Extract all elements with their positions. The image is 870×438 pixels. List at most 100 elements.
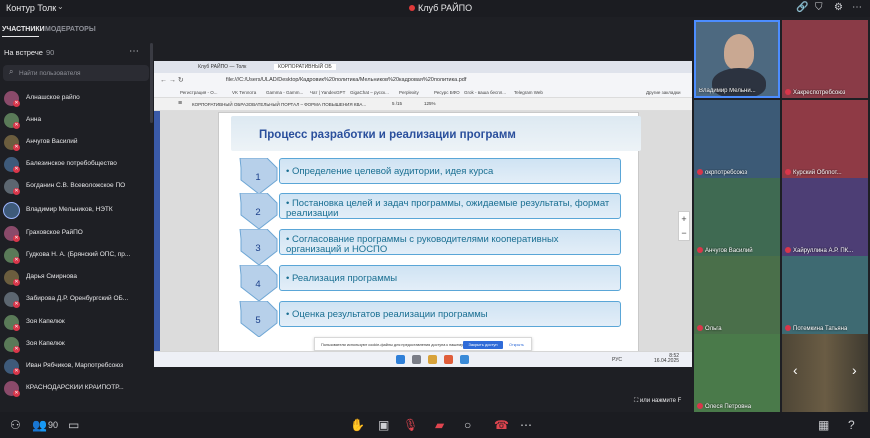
- list-item[interactable]: ✕ Иван Рябчиков, Марпотребсоюз: [0, 357, 150, 377]
- grid-view-icon[interactable]: ▦: [818, 418, 829, 432]
- pdf-page-indicator[interactable]: 5 /15: [392, 101, 402, 106]
- pdf-page: Процесс разработки и реализации программ…: [218, 112, 641, 355]
- bookmark[interactable]: Telegram Web: [514, 90, 543, 95]
- video-tile[interactable]: Хайруллина А.Р. ПК...: [782, 178, 868, 256]
- search-box[interactable]: ⌕: [3, 65, 149, 81]
- shield-icon[interactable]: ⛉: [815, 2, 823, 13]
- list-item[interactable]: ✕ Дарья Смирнова: [0, 268, 150, 288]
- explorer-icon[interactable]: [428, 355, 437, 364]
- cookie-close-button[interactable]: Закрыть доступ: [463, 341, 503, 349]
- bookmark[interactable]: Чат | YandexGPT: [310, 90, 345, 95]
- list-item[interactable]: ✕ Гудкова Н. А. (Брянский ОПС, пр...: [0, 246, 150, 266]
- bookmark[interactable]: Ресурс БФО: [434, 90, 460, 95]
- video-tile[interactable]: Анчугов Василий: [694, 178, 780, 256]
- bookmark-other[interactable]: Другие закладки: [646, 90, 680, 95]
- mic-off-icon: ✕: [13, 257, 20, 264]
- list-item[interactable]: ✕ Богданин С.В. Всеволожское ПО: [0, 177, 150, 197]
- app-icon[interactable]: [460, 355, 469, 364]
- chat-icon[interactable]: ▭: [68, 418, 79, 432]
- scrollbar[interactable]: [150, 43, 153, 123]
- end-call-icon[interactable]: ☎: [494, 418, 509, 432]
- bookmark[interactable]: Grok - ваша беспл...: [464, 90, 506, 95]
- yandex-browser-icon[interactable]: [444, 355, 453, 364]
- link-icon[interactable]: 🔗: [796, 2, 808, 13]
- list-item[interactable]: ✕ Зоя Капелюк: [0, 335, 150, 355]
- list-item[interactable]: ✕ Анна: [0, 111, 150, 131]
- mic-off-icon: ✕: [13, 100, 20, 107]
- tile-name: Владимир Мельни...: [699, 88, 756, 94]
- video-tile[interactable]: Хакреспотребсоюз: [782, 20, 868, 98]
- language-indicator[interactable]: РУС: [612, 357, 622, 363]
- participant-name: Дарья Смирнова: [26, 273, 77, 280]
- step-number: 5: [255, 315, 261, 326]
- tile-name: Олеся Петровна: [697, 403, 751, 410]
- video-tile[interactable]: Потемкина Татьяна: [782, 256, 868, 334]
- more-icon[interactable]: ⋯: [852, 2, 862, 13]
- zoom-out-icon[interactable]: −: [679, 226, 689, 240]
- help-icon[interactable]: ?: [848, 418, 855, 432]
- list-item[interactable]: ✕ КРАСНОДАРСКИЙ КРАЙПОТР...: [0, 379, 150, 399]
- video-tile[interactable]: Курский Облпот...: [782, 100, 868, 178]
- pdf-page-current[interactable]: 5: [392, 101, 395, 106]
- list-item[interactable]: Владимир Мельников, НЭТК: [0, 201, 150, 221]
- browser-tab[interactable]: Клуб РАЙПО — Толк: [198, 64, 246, 70]
- video-tile[interactable]: Ольга: [694, 256, 780, 334]
- pdf-zoom[interactable]: 125%: [424, 101, 436, 106]
- list-item[interactable]: ✕ Алнашское райпо: [0, 89, 150, 109]
- gear-icon[interactable]: ⚙: [834, 2, 843, 13]
- video-tile[interactable]: Владимир Мельни...: [694, 20, 780, 98]
- nav-arrows-icon[interactable]: ← → ↻: [160, 76, 184, 84]
- tile-label: Олеся Петровна: [705, 404, 752, 410]
- participant-name: Зоя Капелюк: [26, 340, 65, 347]
- cookie-open-link[interactable]: Открыть: [509, 343, 524, 347]
- top-bar: Контур Толк ⌄ Клуб РАЙПО 🔗 ⛉ ⚙ ⋯: [0, 0, 870, 17]
- video-tile[interactable]: Олеся Петровна: [694, 334, 780, 412]
- bookmark[interactable]: GigaChat – русск...: [350, 90, 389, 95]
- mic-off-icon: [697, 247, 703, 253]
- url-text[interactable]: file:///C:/Users/ULAD/Desktop/Кадровик%2…: [226, 77, 466, 83]
- taskbar-clock[interactable]: 8:52 16.04.2025: [654, 354, 679, 364]
- zoom-in-icon[interactable]: +: [679, 212, 689, 226]
- section-title: На встрече 90: [4, 48, 54, 57]
- search-input[interactable]: [19, 68, 144, 78]
- tile-name: окрпотребсоюз: [697, 169, 747, 176]
- step-box: • Определение целевой аудитории, идея ку…: [279, 158, 621, 184]
- start-icon[interactable]: [396, 355, 405, 364]
- video-tile[interactable]: окрпотребсоюз: [694, 100, 780, 178]
- more-options-icon[interactable]: ⋯: [520, 418, 532, 432]
- layout-icon[interactable]: ⚇: [10, 418, 21, 432]
- address-bar[interactable]: ← → ↻ file:///C:/Users/ULAD/Desktop/Кадр…: [154, 73, 692, 87]
- zoom-controls[interactable]: + −: [678, 211, 690, 241]
- search-taskbar-icon[interactable]: [412, 355, 421, 364]
- browser-tab-active[interactable]: КОРПОРАТИВНЫЙ ОБ: [274, 64, 336, 70]
- list-item[interactable]: ✕ Граховское РайПО: [0, 224, 150, 244]
- clock-date: 16.04.2025: [654, 358, 680, 364]
- bookmark[interactable]: Регистрация - О...: [180, 90, 218, 95]
- camera-off-icon[interactable]: ▰: [435, 418, 444, 432]
- chevron-left-icon[interactable]: ‹: [793, 362, 798, 378]
- list-item[interactable]: ✕ Зоя Капелюк: [0, 313, 150, 333]
- participants-count[interactable]: 90: [48, 420, 58, 430]
- bookmark[interactable]: VK Теплота: [232, 90, 256, 95]
- record-icon[interactable]: ○: [464, 418, 471, 432]
- bookmark[interactable]: Perplexity: [399, 90, 419, 95]
- mic-off-icon: ✕: [13, 188, 20, 195]
- list-item[interactable]: ✕ Анчугов Василий: [0, 133, 150, 153]
- pdf-viewport: Процесс разработки и реализации программ…: [154, 111, 692, 357]
- tab-participants[interactable]: УЧАСТНИКИ: [2, 26, 45, 33]
- screen-share-icon[interactable]: ▣: [378, 418, 389, 432]
- raise-hand-icon[interactable]: ✋: [350, 418, 365, 432]
- list-item[interactable]: ✕ Забирова Д.Р. Оренбургский ОБ...: [0, 290, 150, 310]
- process-step: 5 • Оценка результатов реализации програ…: [239, 301, 621, 337]
- tab-moderators[interactable]: МОДЕРАТОРЫ: [45, 26, 96, 33]
- step-number: 4: [255, 279, 261, 290]
- list-item[interactable]: ✕ Балезинское потребобщество: [0, 155, 150, 175]
- tile-name: Хайруллина А.Р. ПК...: [785, 247, 853, 254]
- mic-off-icon[interactable]: 🎙: [403, 418, 418, 432]
- bookmark[interactable]: Gamma - Gamm...: [266, 90, 303, 95]
- panel-more-icon[interactable]: ⋯: [129, 46, 139, 57]
- chevron-right-icon[interactable]: ›: [852, 362, 857, 378]
- chevron-down-icon[interactable]: ⌄: [57, 2, 64, 11]
- menu-icon[interactable]: ≡: [178, 100, 182, 107]
- participants-icon[interactable]: 👥: [32, 418, 47, 432]
